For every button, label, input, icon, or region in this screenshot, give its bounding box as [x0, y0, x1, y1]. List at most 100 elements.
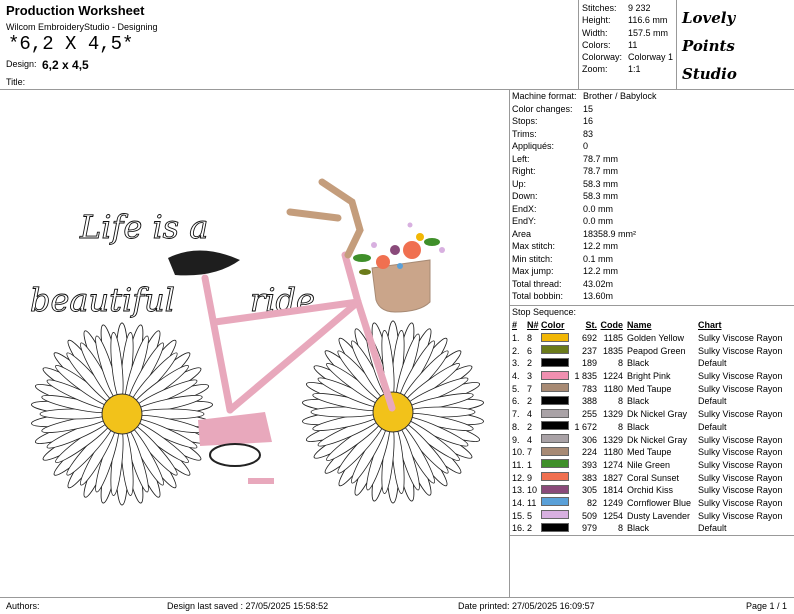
- worksheet-header: Production Worksheet Wilcom EmbroiderySt…: [0, 0, 794, 90]
- color-cell: [541, 421, 571, 432]
- color-swatch: [541, 332, 569, 342]
- design-file-name: *6,2 X 4,5*: [8, 33, 134, 55]
- row-num: 2.: [512, 345, 520, 356]
- info-value: 78.7 mm: [583, 166, 619, 176]
- date-printed: Date printed: 27/05/2025 16:09:57: [458, 601, 595, 611]
- stitch-count: 305: [581, 485, 597, 496]
- design-value: 6,2 x 4,5: [42, 58, 89, 72]
- color-swatch: [541, 497, 569, 507]
- row-num: 12.: [512, 472, 525, 483]
- info-row: Trims: 83: [512, 129, 657, 142]
- row-num: 3.: [512, 358, 520, 369]
- design-preview: Life is a beautiful ride: [0, 90, 510, 597]
- row-num: 4.: [512, 371, 520, 382]
- row-num: 15.: [512, 510, 525, 521]
- info-key: Area: [512, 228, 532, 239]
- thread-code: 8: [617, 523, 623, 534]
- machine-info: Machine format: Brother / Babylock Color c…: [512, 91, 657, 304]
- thread-chart: Sulky Viscose Rayon: [698, 434, 783, 445]
- info-key: Max stitch:: [512, 241, 556, 251]
- table-row: 3. 2 189 8 Black Default: [512, 357, 792, 370]
- divider: [578, 0, 579, 90]
- table-row: 8. 2 1 672 8 Black Default: [512, 421, 792, 434]
- needle-number: 5: [527, 510, 533, 521]
- logo-line: Studio: [682, 65, 737, 83]
- thread-code: 1224: [602, 371, 623, 382]
- stitch-count: 692: [581, 333, 597, 344]
- info-row: Max jump: 12.2 mm: [512, 266, 657, 279]
- thread-chart: Default: [698, 523, 727, 534]
- stitch-count: 1 672: [574, 421, 597, 432]
- color-swatch: [541, 345, 569, 355]
- thread-chart: Sulky Viscose Rayon: [698, 345, 783, 356]
- table-header: # N# Color St. Code Name Chart: [512, 319, 792, 332]
- color-swatch: [541, 408, 569, 418]
- color-cell: [541, 370, 571, 382]
- color-cell: [541, 332, 571, 344]
- stitch-count: 393: [581, 459, 597, 470]
- info-row: Min stitch: 0.1 mm: [512, 254, 657, 267]
- thread-name: Dk Nickel Gray: [627, 434, 688, 445]
- logo-line: Points: [682, 37, 735, 55]
- studio-logo: Lovely Points Studio: [682, 4, 737, 88]
- title-label: Title:: [6, 77, 26, 87]
- thread-code: 1249: [602, 497, 623, 508]
- thread-chart: Sulky Viscose Rayon: [698, 383, 783, 394]
- color-cell: [541, 510, 571, 521]
- col-header-needle: N#: [527, 320, 539, 331]
- artwork-text-line1: Life is a: [79, 208, 208, 246]
- divider: [510, 535, 794, 536]
- info-value: 0: [583, 141, 589, 151]
- info-key: Machine format:: [512, 91, 577, 101]
- color-cell: [541, 408, 571, 420]
- stop-sequence-title: Stop Sequence:: [512, 307, 577, 317]
- thread-name: Golden Yellow: [627, 333, 685, 344]
- col-header-name: Name: [627, 320, 652, 331]
- info-value: 0.0 mm: [583, 216, 614, 226]
- info-key: Min stitch:: [512, 253, 553, 264]
- bicycle-artwork: Life is a beautiful ride: [30, 178, 484, 506]
- handlebar-grip: [286, 208, 342, 222]
- row-num: 10.: [512, 447, 525, 458]
- stat-value: 116.6 mm: [628, 15, 668, 26]
- needle-number: 4: [527, 434, 533, 445]
- row-num: 9.: [512, 434, 520, 445]
- stat-row: Zoom: 1:1: [582, 64, 673, 76]
- info-row: Total thread: 43.02m: [512, 279, 657, 292]
- info-key: Down:: [512, 191, 538, 201]
- color-swatch: [541, 434, 569, 444]
- stat-key: Colorway:: [582, 52, 623, 63]
- col-header-code: Code: [600, 320, 624, 331]
- info-row: Right: 78.7 mm: [512, 166, 657, 179]
- stat-value: 9 232: [628, 3, 651, 13]
- thread-chart: Sulky Viscose Rayon: [698, 371, 783, 382]
- page-number: Page 1 / 1: [746, 601, 788, 611]
- info-row: Machine format: Brother / Babylock: [512, 91, 657, 104]
- info-key: Right:: [512, 166, 536, 176]
- thread-code: 8: [617, 358, 623, 369]
- stitch-count: 509: [581, 510, 597, 521]
- color-cell: [541, 497, 571, 508]
- info-value: 12.2 mm: [583, 241, 619, 251]
- table-row: 12. 9 383 1827 Coral Sunset Sulky Viscose Ray…: [512, 471, 792, 484]
- color-swatch: [541, 421, 569, 431]
- stitch-count: 306: [581, 434, 597, 445]
- info-value: 58.3 mm: [583, 191, 619, 201]
- stat-key: Colors:: [582, 39, 611, 50]
- col-header-num: #: [512, 320, 518, 331]
- needle-number: 7: [527, 447, 533, 458]
- row-num: 11.: [512, 459, 524, 470]
- logo-line: Lovely: [682, 9, 736, 27]
- table-row: 7. 4 255 1329 Dk Nickel Gray Sulky Viscose Ra…: [512, 408, 792, 421]
- stat-key: Width:: [582, 27, 608, 38]
- col-header-chart: Chart: [698, 320, 722, 331]
- info-key: Trims:: [512, 128, 537, 139]
- color-cell: [541, 345, 571, 356]
- info-row: EndY: 0.0 mm: [512, 216, 657, 229]
- stat-row: Colors: 11: [582, 40, 673, 52]
- worksheet-title: Production Worksheet: [6, 3, 145, 18]
- thread-code: 1180: [603, 383, 623, 394]
- color-cell: [541, 395, 571, 407]
- color-swatch: [541, 484, 569, 494]
- pedal-ring: [209, 443, 261, 467]
